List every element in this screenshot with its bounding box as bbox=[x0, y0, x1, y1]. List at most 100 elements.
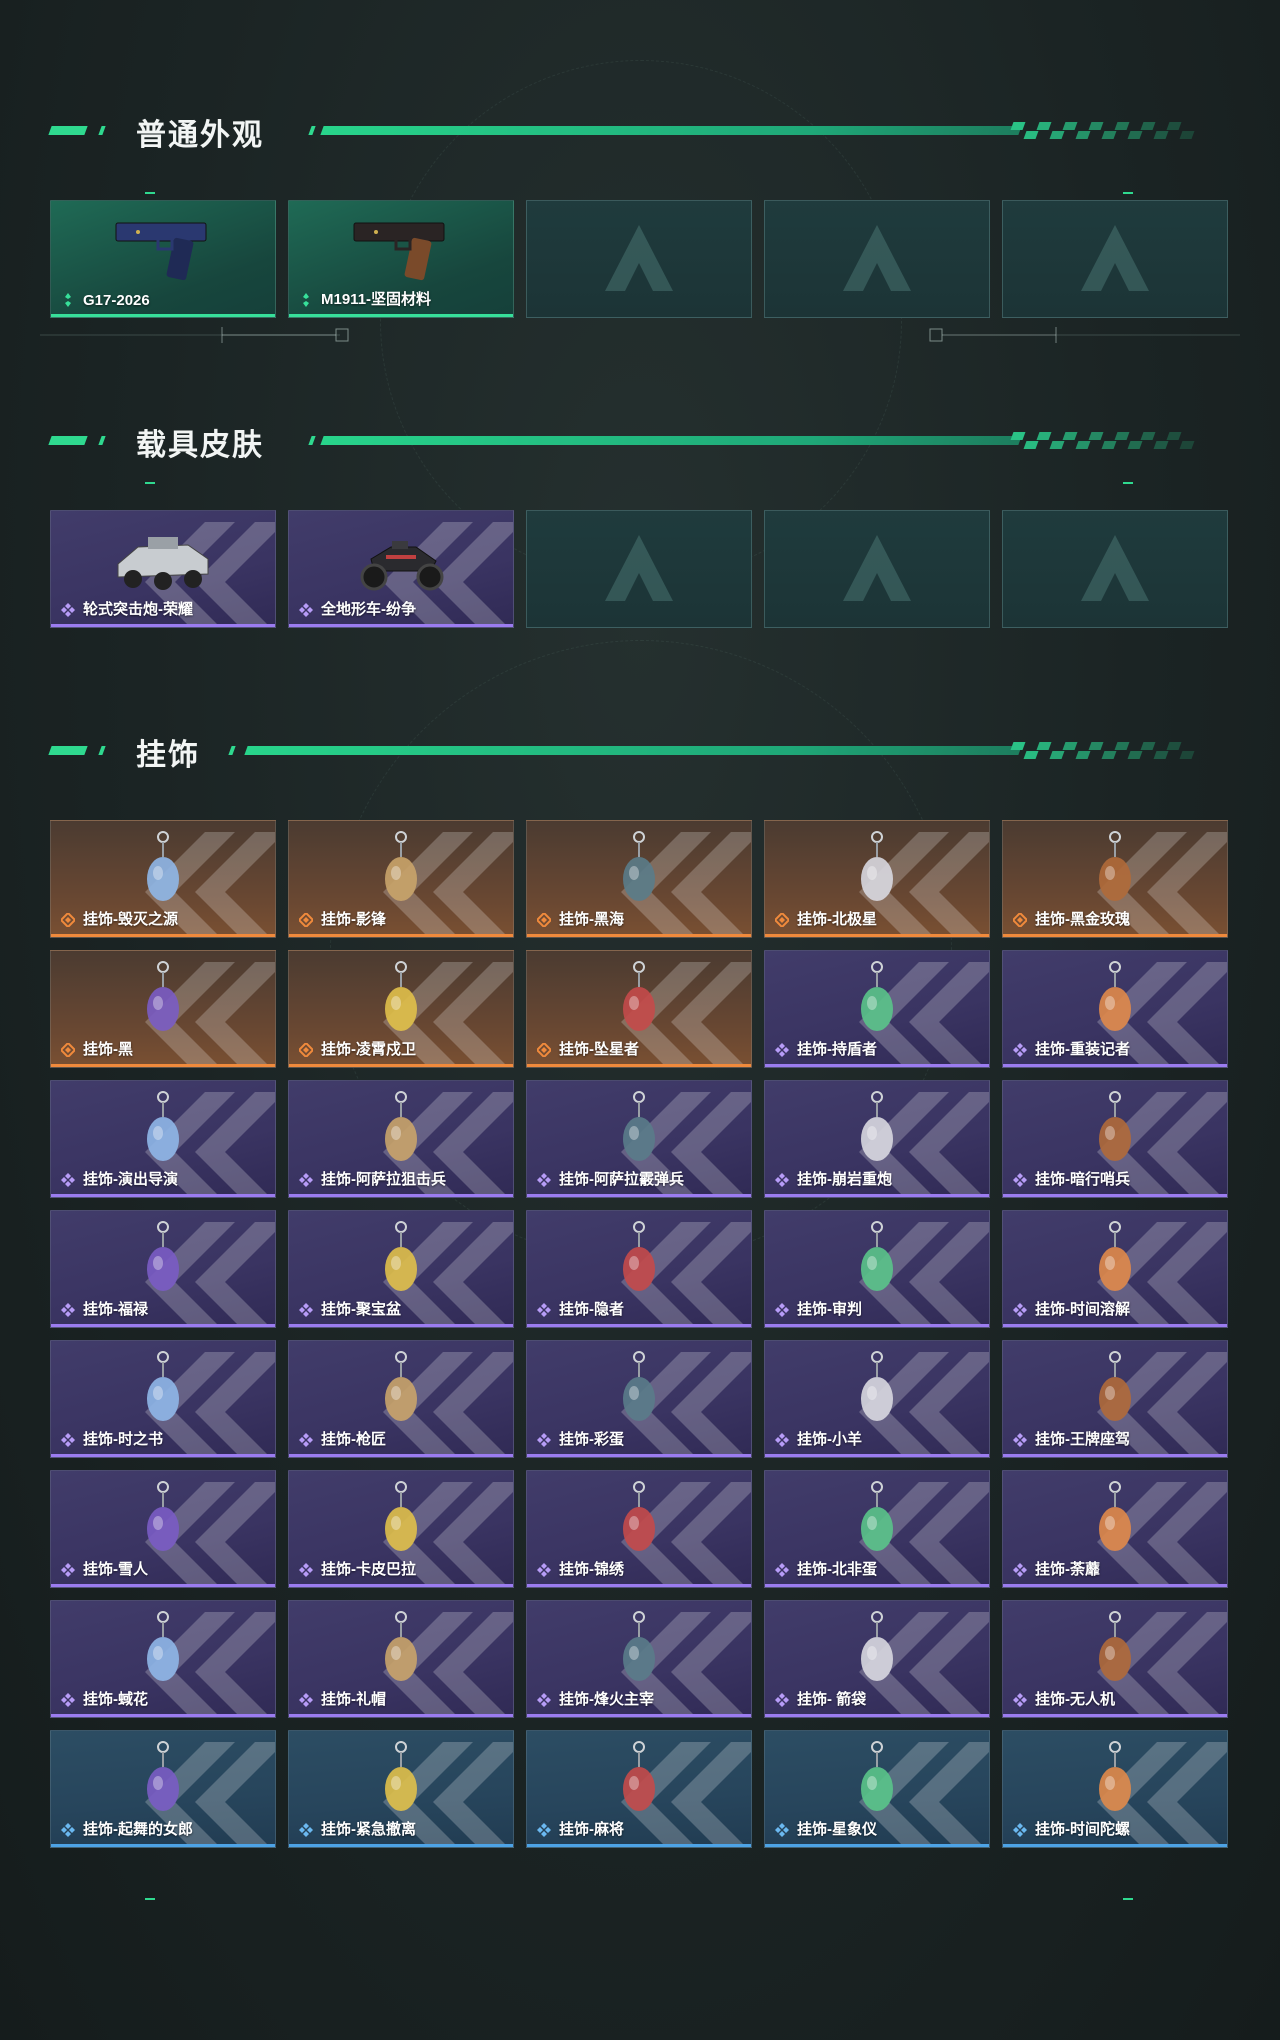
rarity-bar bbox=[765, 1194, 989, 1197]
item-card[interactable]: 挂饰-阿萨拉霰弹兵 bbox=[526, 1080, 752, 1198]
pistol-icon bbox=[108, 209, 218, 289]
checker-square bbox=[1179, 751, 1195, 759]
header-dash bbox=[308, 436, 316, 445]
item-card[interactable]: 挂饰-雪人 bbox=[50, 1470, 276, 1588]
tick-mark bbox=[1123, 1898, 1133, 1900]
item-card[interactable]: 挂饰-礼帽 bbox=[288, 1600, 514, 1718]
checker-square bbox=[1127, 441, 1143, 449]
charm-icon bbox=[584, 1609, 694, 1689]
rarity-bar bbox=[765, 1064, 989, 1067]
item-label: 挂饰-黑 bbox=[83, 1041, 133, 1058]
checker-square bbox=[1140, 122, 1156, 130]
item-card[interactable]: 挂饰-黑海 bbox=[526, 820, 752, 938]
checker-square bbox=[1036, 432, 1052, 440]
rarity-diamond-icon bbox=[1013, 1823, 1027, 1837]
item-card[interactable]: 挂饰-演出导演 bbox=[50, 1080, 276, 1198]
item-card[interactable]: 挂饰-北极星 bbox=[764, 820, 990, 938]
item-card[interactable]: 挂饰-锦绣 bbox=[526, 1470, 752, 1588]
rarity-bar bbox=[527, 1584, 751, 1587]
item-card[interactable]: 挂饰-阿萨拉狙击兵 bbox=[288, 1080, 514, 1198]
rarity-bar bbox=[51, 1844, 275, 1847]
checker-square bbox=[1023, 131, 1039, 139]
item-card[interactable]: 挂饰-麻将 bbox=[526, 1730, 752, 1848]
item-card[interactable]: 挂饰-毁灭之源 bbox=[50, 820, 276, 938]
item-card[interactable]: 挂饰-影锋 bbox=[288, 820, 514, 938]
rarity-diamond-icon bbox=[61, 293, 75, 307]
charm-icon bbox=[346, 1479, 456, 1559]
charm-icon bbox=[346, 959, 456, 1039]
item-card[interactable]: 挂饰-时间溶解 bbox=[1002, 1210, 1228, 1328]
item-card[interactable]: 挂饰-王牌座驾 bbox=[1002, 1340, 1228, 1458]
item-card[interactable]: 挂饰-无人机 bbox=[1002, 1600, 1228, 1718]
item-card[interactable]: 挂饰-彩蛋 bbox=[526, 1340, 752, 1458]
item-card[interactable]: 挂饰-审判 bbox=[764, 1210, 990, 1328]
item-card[interactable]: 挂饰-卡皮巴拉 bbox=[288, 1470, 514, 1588]
charm-icon bbox=[584, 829, 694, 909]
rarity-diamond-icon bbox=[299, 1303, 313, 1317]
item-card[interactable]: 挂饰-星象仪 bbox=[764, 1730, 990, 1848]
item-card[interactable]: 挂饰-崩岩重炮 bbox=[764, 1080, 990, 1198]
tick-mark bbox=[145, 192, 155, 194]
rarity-bar bbox=[51, 1194, 275, 1197]
item-card[interactable]: 挂饰-暗行哨兵 bbox=[1002, 1080, 1228, 1198]
item-card[interactable]: 全地形车-纷争 bbox=[288, 510, 514, 628]
item-card[interactable]: 挂饰-起舞的女郎 bbox=[50, 1730, 276, 1848]
tick-mark bbox=[1123, 192, 1133, 194]
item-card[interactable]: 挂饰-荼蘼 bbox=[1002, 1470, 1228, 1588]
rarity-bar bbox=[527, 1194, 751, 1197]
item-card[interactable]: 挂饰-黑 bbox=[50, 950, 276, 1068]
rarity-bar bbox=[289, 1064, 513, 1067]
timeline-decoration bbox=[40, 327, 1240, 343]
empty-slot bbox=[764, 510, 990, 628]
rarity-diamond-icon bbox=[537, 1823, 551, 1837]
item-card[interactable]: G17-2026 bbox=[50, 200, 276, 318]
item-card[interactable]: 挂饰-烽火主宰 bbox=[526, 1600, 752, 1718]
rarity-bar bbox=[1003, 1714, 1227, 1717]
charm-icon bbox=[346, 829, 456, 909]
item-label: 挂饰-暗行哨兵 bbox=[1035, 1171, 1130, 1188]
item-label: 挂饰-崩岩重炮 bbox=[797, 1171, 892, 1188]
item-card[interactable]: 挂饰-持盾者 bbox=[764, 950, 990, 1068]
empty-slot bbox=[526, 510, 752, 628]
item-card[interactable]: 挂饰-小羊 bbox=[764, 1340, 990, 1458]
rarity-diamond-icon bbox=[61, 1823, 75, 1837]
tick-mark bbox=[1123, 482, 1133, 484]
charm-icon bbox=[108, 1739, 218, 1819]
item-card[interactable]: 挂饰-凌霄戍卫 bbox=[288, 950, 514, 1068]
charm-icon bbox=[822, 1739, 932, 1819]
rarity-bar bbox=[1003, 1324, 1227, 1327]
item-card[interactable]: 轮式突击炮-荣耀 bbox=[50, 510, 276, 628]
item-card[interactable]: M1911-坚固材料 bbox=[288, 200, 514, 318]
charm-icon bbox=[1060, 1349, 1170, 1429]
item-card[interactable]: 挂饰-枪匠 bbox=[288, 1340, 514, 1458]
item-card[interactable]: 挂饰-重装记者 bbox=[1002, 950, 1228, 1068]
item-label: 挂饰-黑金玫瑰 bbox=[1035, 911, 1130, 928]
item-card[interactable]: 挂饰-福禄 bbox=[50, 1210, 276, 1328]
item-card[interactable]: 挂饰-时之书 bbox=[50, 1340, 276, 1458]
checker-square bbox=[1140, 432, 1156, 440]
item-card[interactable]: 挂饰-时间陀螺 bbox=[1002, 1730, 1228, 1848]
checker-square bbox=[1036, 742, 1052, 750]
item-card[interactable]: 挂饰- 箭袋 bbox=[764, 1600, 990, 1718]
checker-square bbox=[1088, 122, 1104, 130]
item-card[interactable]: 挂饰-聚宝盆 bbox=[288, 1210, 514, 1328]
item-card[interactable]: 挂饰-坠星者 bbox=[526, 950, 752, 1068]
rarity-bar bbox=[51, 624, 275, 627]
rarity-diamond-icon bbox=[1013, 1303, 1027, 1317]
item-card[interactable]: 挂饰-蜮花 bbox=[50, 1600, 276, 1718]
header-checker bbox=[1010, 122, 1202, 140]
item-card[interactable]: 挂饰-北非蛋 bbox=[764, 1470, 990, 1588]
item-card[interactable]: 挂饰-隐者 bbox=[526, 1210, 752, 1328]
item-card[interactable]: 挂饰-黑金玫瑰 bbox=[1002, 820, 1228, 938]
checker-square bbox=[1088, 742, 1104, 750]
charm-icon bbox=[346, 1609, 456, 1689]
item-card[interactable]: 挂饰-紧急撤离 bbox=[288, 1730, 514, 1848]
empty-slot bbox=[764, 200, 990, 318]
item-label: 挂饰-烽火主宰 bbox=[559, 1691, 654, 1708]
rarity-bar bbox=[527, 934, 751, 937]
header-dash bbox=[48, 126, 88, 135]
rarity-bar bbox=[289, 934, 513, 937]
header-checker bbox=[1010, 742, 1202, 760]
checker-square bbox=[1062, 432, 1078, 440]
rarity-bar bbox=[1003, 1844, 1227, 1847]
